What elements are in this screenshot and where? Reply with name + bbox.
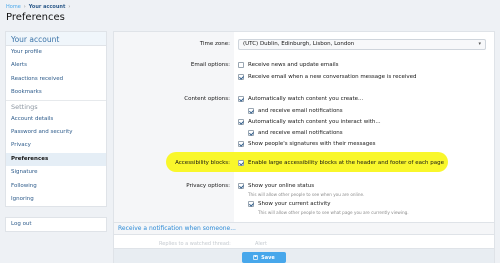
sidebar-section-settings: Settings bbox=[6, 99, 106, 113]
sidebar-item-privacy[interactable]: Privacy bbox=[6, 139, 106, 152]
checkbox-interacted-email[interactable] bbox=[248, 130, 254, 136]
checkbox-accessibility-blocks[interactable] bbox=[238, 160, 244, 166]
content-option-watch-created[interactable]: Automatically watch content you create..… bbox=[238, 96, 363, 102]
accessibility-blocks-label: Accessibility blocks: bbox=[175, 160, 230, 166]
chevron-down-icon: ▾ bbox=[478, 41, 481, 47]
page-title: Preferences bbox=[6, 12, 65, 23]
time-zone-select[interactable]: (UTC) Dublin, Edinburgh, Lisbon, London … bbox=[238, 39, 486, 50]
content-option-signatures-label: Show people's signatures with their mess… bbox=[248, 141, 376, 147]
sidebar-header: Your account bbox=[6, 32, 106, 46]
email-option-conversation-label: Receive email when a new conversation me… bbox=[248, 74, 417, 80]
email-options-label: Email options: bbox=[190, 62, 230, 68]
breadcrumb-separator-trailing: › bbox=[68, 4, 71, 10]
breadcrumb-your-account[interactable]: Your account bbox=[29, 4, 66, 10]
watched-thread-label: Replies to a watched thread: bbox=[159, 241, 231, 247]
email-option-news-label: Receive news and update emails bbox=[248, 62, 339, 68]
privacy-option-online-status[interactable]: Show your online status bbox=[238, 183, 314, 189]
sidebar-item-signature[interactable]: Signature bbox=[6, 166, 106, 179]
checkbox-show-signatures[interactable] bbox=[238, 141, 244, 147]
privacy-current-activity-hint: This will allow other people to see what… bbox=[258, 210, 409, 215]
sidebar-item-reactions-received[interactable]: Reactions received bbox=[6, 73, 106, 86]
accessibility-blocks-option[interactable]: Enable large accessibility blocks at the… bbox=[238, 160, 444, 166]
save-button[interactable]: Save bbox=[242, 252, 286, 263]
checkbox-current-activity[interactable] bbox=[248, 201, 254, 207]
sidebar-item-preferences[interactable]: Preferences bbox=[6, 152, 106, 167]
content-option-created-email-label: and receive email notifications bbox=[258, 108, 343, 114]
accessibility-blocks-option-label: Enable large accessibility blocks at the… bbox=[248, 160, 444, 166]
checkbox-watch-interacted[interactable] bbox=[238, 119, 244, 125]
content-option-watch-interacted-label: Automatically watch content you interact… bbox=[248, 119, 381, 125]
privacy-option-current-activity[interactable]: Show your current activity bbox=[248, 201, 331, 207]
form-label-column bbox=[114, 32, 234, 222]
privacy-option-current-activity-label: Show your current activity bbox=[258, 201, 331, 207]
watched-thread-alert-label: Alert bbox=[255, 241, 267, 247]
checkbox-news-emails[interactable] bbox=[238, 62, 244, 68]
content-option-interacted-email[interactable]: and receive email notifications bbox=[248, 130, 343, 136]
save-icon bbox=[253, 255, 259, 260]
email-option-conversation[interactable]: Receive email when a new conversation me… bbox=[238, 74, 417, 80]
sidebar-item-ignoring[interactable]: Ignoring bbox=[6, 193, 106, 206]
content-option-interacted-email-label: and receive email notifications bbox=[258, 130, 343, 136]
sidebar-item-following[interactable]: Following bbox=[6, 180, 106, 193]
breadcrumb: Home › Your account › bbox=[6, 4, 73, 10]
privacy-online-status-hint: This will allow other people to see when… bbox=[248, 192, 365, 197]
logout-panel: Log out bbox=[5, 217, 107, 232]
time-zone-label: Time zone: bbox=[199, 41, 230, 47]
sidebar-item-alerts[interactable]: Alerts bbox=[6, 59, 106, 72]
email-option-news[interactable]: Receive news and update emails bbox=[238, 62, 339, 68]
sidebar-item-password-security[interactable]: Password and security bbox=[6, 126, 106, 139]
breadcrumb-home[interactable]: Home bbox=[6, 4, 21, 10]
content-options-label: Content options: bbox=[184, 96, 230, 102]
checkbox-watch-created[interactable] bbox=[238, 96, 244, 102]
form-submit-bar: Save bbox=[114, 248, 494, 263]
privacy-option-online-status-label: Show your online status bbox=[248, 183, 315, 189]
sidebar-item-your-profile[interactable]: Your profile bbox=[6, 46, 106, 59]
preferences-form: Time zone: (UTC) Dublin, Edinburgh, Lisb… bbox=[113, 31, 495, 263]
content-option-created-email[interactable]: and receive email notifications bbox=[248, 108, 343, 114]
account-sidebar: Your account Your profile Alerts Reactio… bbox=[5, 31, 107, 208]
privacy-options-label: Privacy options: bbox=[186, 183, 230, 189]
content-option-signatures[interactable]: Show people's signatures with their mess… bbox=[238, 141, 375, 147]
checkbox-created-email[interactable] bbox=[248, 108, 254, 114]
sidebar-item-account-details[interactable]: Account details bbox=[6, 113, 106, 126]
checkbox-conversation-email[interactable] bbox=[238, 74, 244, 80]
time-zone-value: (UTC) Dublin, Edinburgh, Lisbon, London bbox=[243, 41, 355, 47]
content-option-watch-interacted[interactable]: Automatically watch content you interact… bbox=[238, 119, 381, 125]
breadcrumb-separator: › bbox=[23, 4, 26, 10]
checkbox-online-status[interactable] bbox=[238, 183, 244, 189]
content-option-watch-created-label: Automatically watch content you create..… bbox=[248, 96, 364, 102]
logout-link[interactable]: Log out bbox=[6, 218, 106, 231]
save-button-label: Save bbox=[261, 254, 275, 261]
sidebar-item-bookmarks[interactable]: Bookmarks bbox=[6, 86, 106, 99]
notification-section-header[interactable]: Receive a notification when someone... bbox=[114, 222, 494, 235]
